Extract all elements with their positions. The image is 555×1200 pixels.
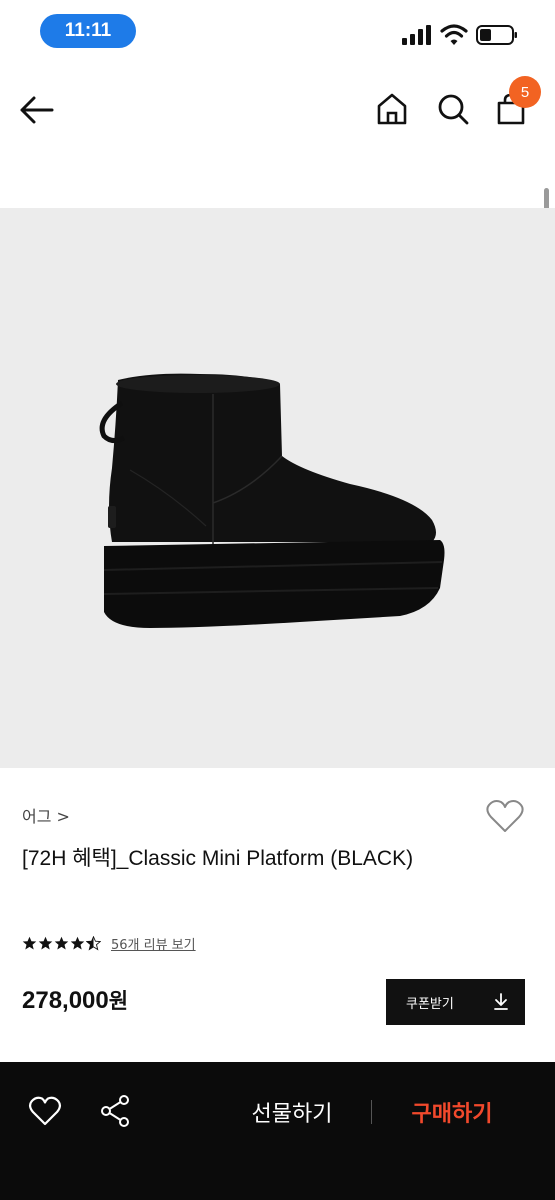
- status-bar: 11:11: [0, 0, 555, 64]
- star-icon: [38, 936, 53, 949]
- review-link[interactable]: 56개 리뷰 보기: [111, 934, 196, 953]
- star-icon: [54, 936, 69, 949]
- buy-button[interactable]: 구매하기: [392, 1092, 512, 1132]
- star-icon: [70, 936, 85, 949]
- half-star-icon: [86, 935, 101, 950]
- status-time: 11:11: [40, 14, 136, 48]
- product-title: [72H 혜택]_Classic Mini Platform (BLACK): [22, 847, 414, 870]
- wifi-icon: [440, 24, 468, 45]
- cart-count-badge: 5: [509, 76, 541, 108]
- search-icon[interactable]: [436, 92, 470, 126]
- wishlist-heart-icon[interactable]: [485, 798, 525, 834]
- app-header: 5: [0, 70, 555, 150]
- back-arrow-icon[interactable]: [18, 94, 56, 126]
- boot-image: [99, 373, 445, 628]
- share-icon[interactable]: [99, 1094, 131, 1128]
- divider: [371, 1100, 372, 1124]
- star-icon: [22, 936, 37, 949]
- star-rating: [22, 935, 101, 951]
- download-icon: [494, 993, 508, 1010]
- brand-link[interactable]: 어그 >: [22, 803, 70, 827]
- cellular-signal-icon: [402, 25, 431, 45]
- product-image[interactable]: [0, 208, 555, 768]
- coupon-label: 쿠폰받기: [406, 996, 454, 1012]
- home-icon[interactable]: [375, 92, 409, 126]
- coupon-download-button[interactable]: 쿠폰받기: [386, 979, 525, 1025]
- heart-icon[interactable]: [28, 1095, 62, 1127]
- battery-icon: [476, 25, 517, 45]
- product-price: 278,000원: [22, 985, 128, 1015]
- gift-button[interactable]: 선물하기: [232, 1092, 352, 1132]
- price-unit: 원: [108, 989, 129, 1013]
- rating-row: 56개 리뷰 보기: [22, 932, 196, 954]
- bottom-action-bar: 선물하기 구매하기: [0, 1062, 555, 1200]
- price-number: 278,000: [22, 987, 109, 1014]
